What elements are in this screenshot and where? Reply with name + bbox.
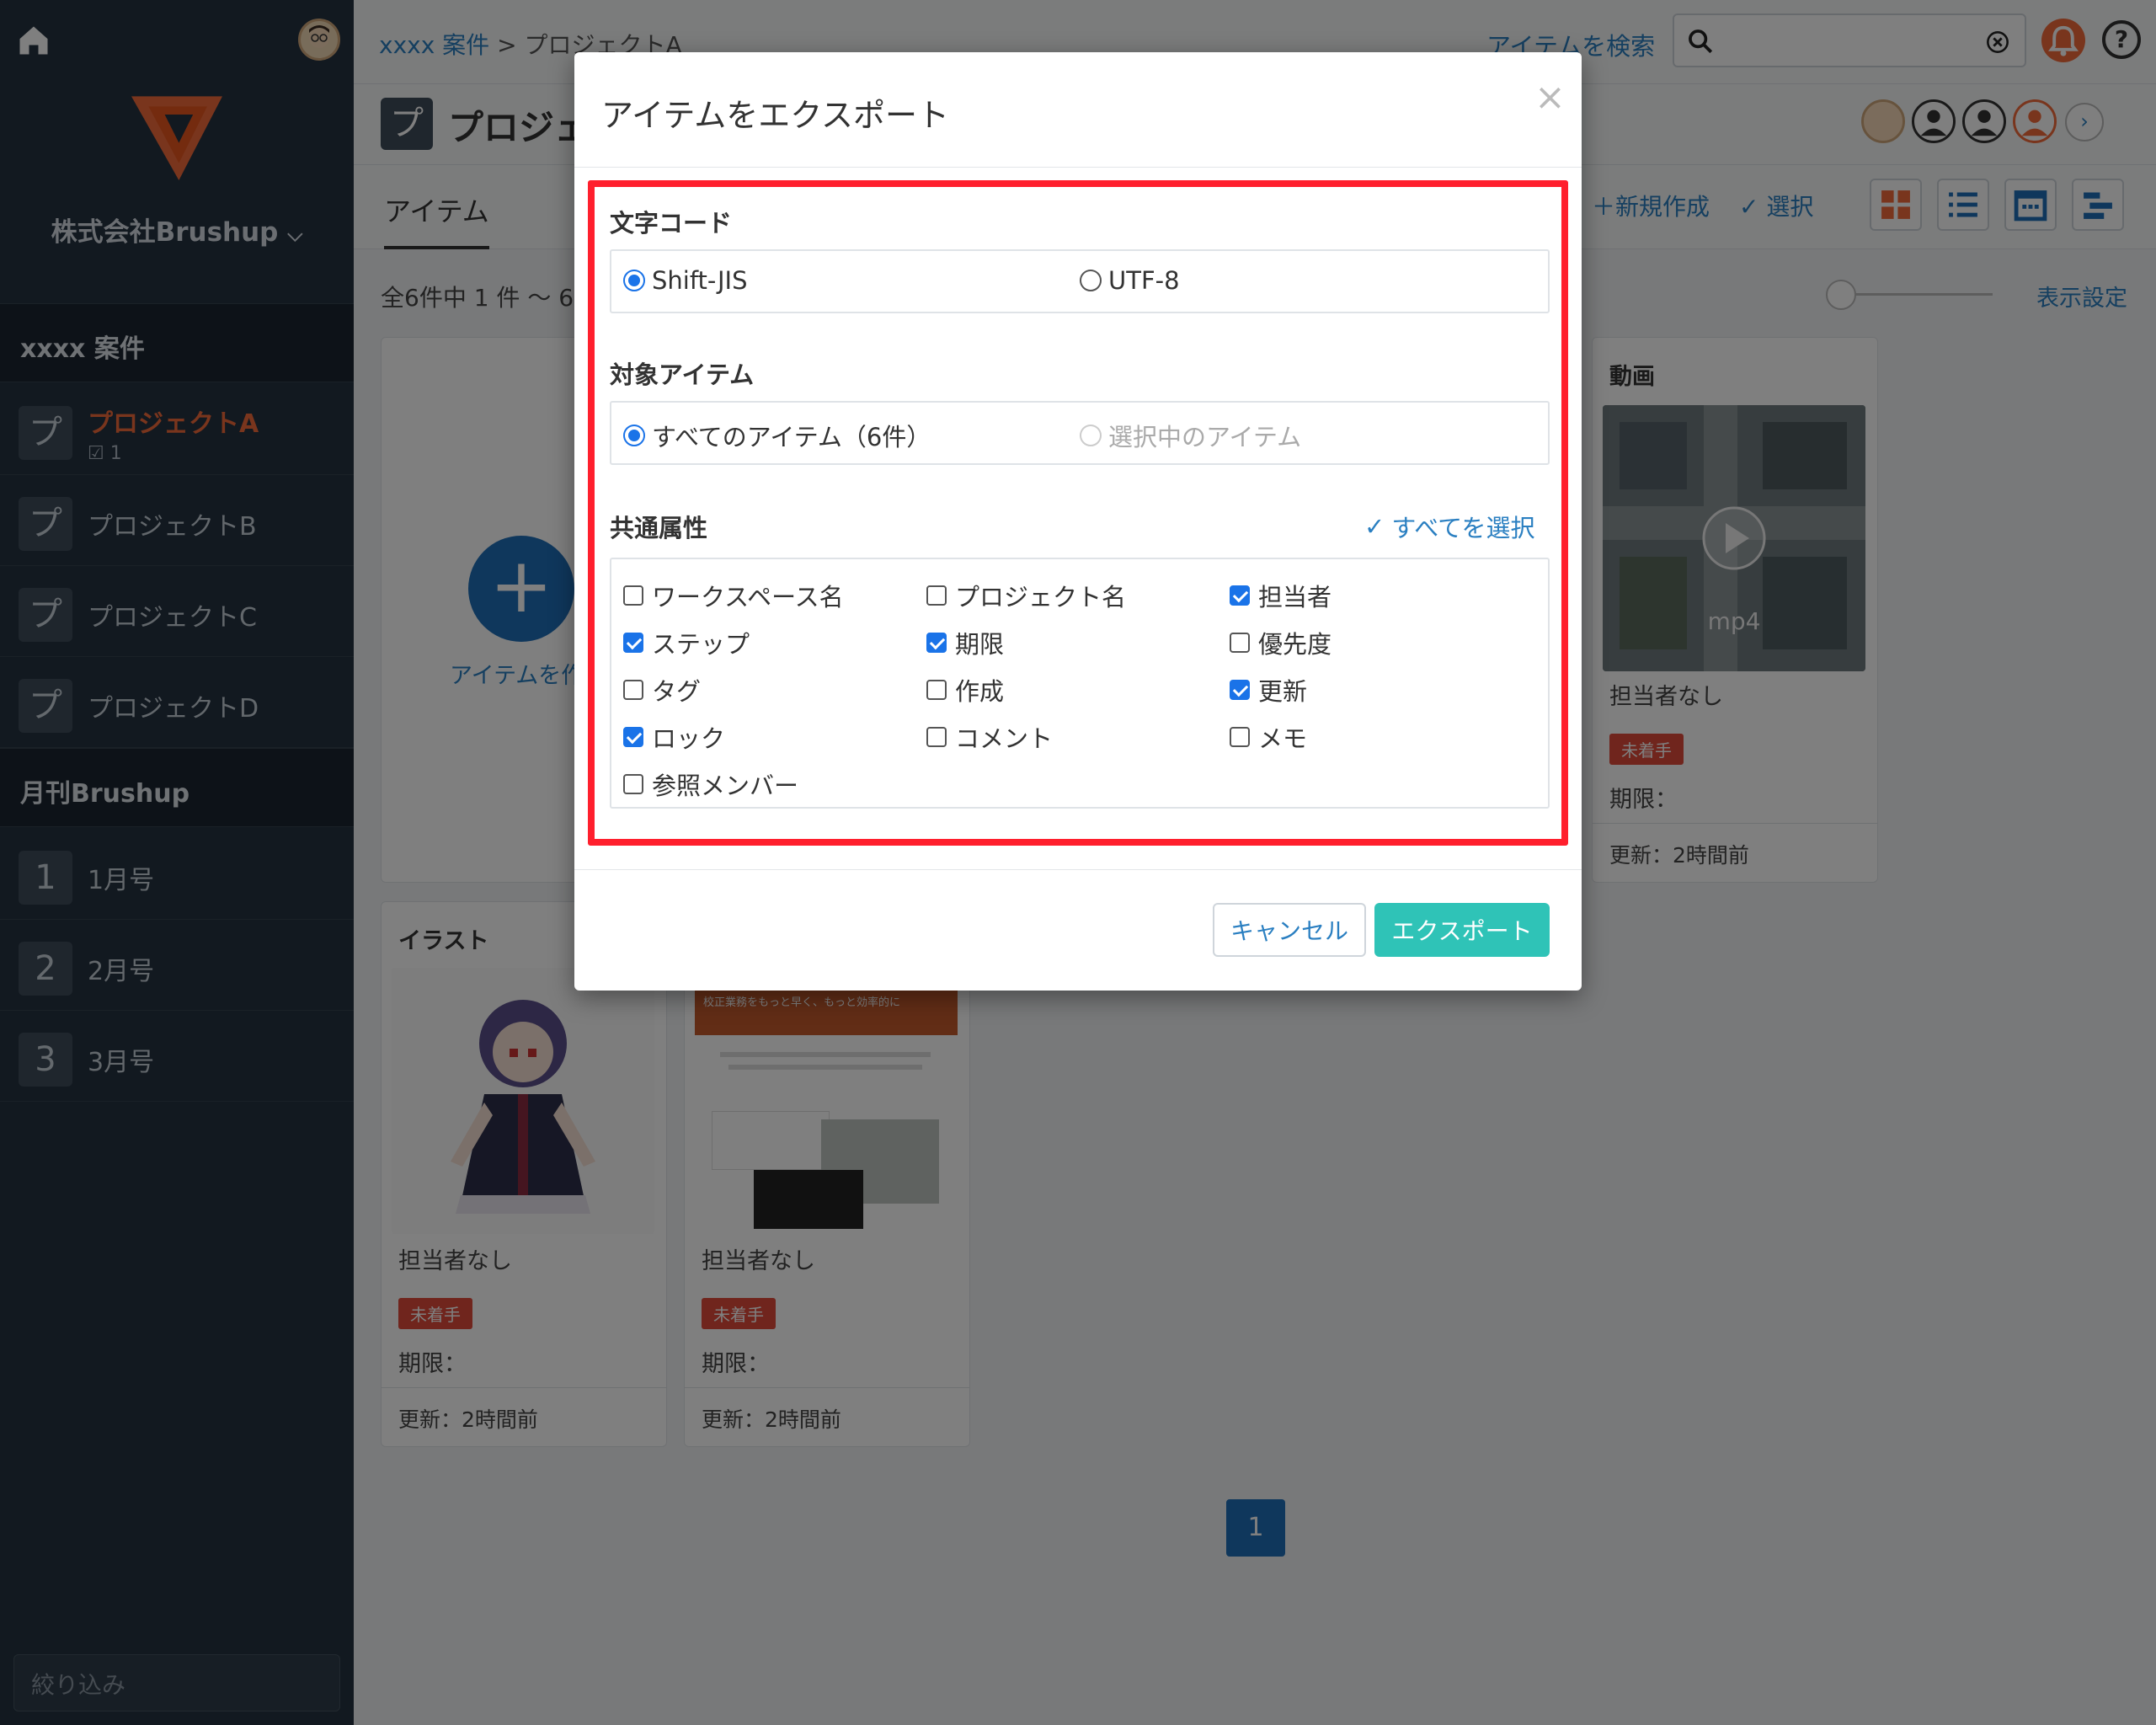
attr-due-checkbox[interactable]: 期限 xyxy=(926,625,1004,660)
attr-project-checkbox[interactable]: プロジェクト名 xyxy=(926,578,1126,613)
checkbox-label: 参照メンバー xyxy=(652,772,799,800)
attr-step-checkbox[interactable]: ステップ xyxy=(623,625,750,660)
attr-updated-checkbox[interactable]: 更新 xyxy=(1230,672,1307,708)
target-selected-radio: 選択中のアイテム xyxy=(1080,418,1301,453)
radio-label: 選択中のアイテム xyxy=(1108,423,1302,451)
export-button[interactable]: エクスポート xyxy=(1374,903,1550,957)
radio-icon xyxy=(1080,270,1102,291)
modal-title: アイテムをエクスポート xyxy=(601,97,950,134)
attr-lock-checkbox[interactable]: ロック xyxy=(623,719,725,755)
charset-label: 文字コード xyxy=(610,209,733,238)
checkbox-checked-icon xyxy=(623,727,643,747)
check-icon: ✓ xyxy=(1364,512,1385,541)
cancel-button[interactable]: キャンセル xyxy=(1213,903,1366,957)
radio-icon xyxy=(1080,425,1102,446)
divider xyxy=(574,167,1582,168)
charset-options: Shift-JIS UTF-8 xyxy=(610,249,1550,313)
checkbox-checked-icon xyxy=(926,633,947,653)
checkbox-label: プロジェクト名 xyxy=(955,583,1127,611)
attr-tag-checkbox[interactable]: タグ xyxy=(623,672,701,708)
attr-priority-checkbox[interactable]: 優先度 xyxy=(1230,625,1331,660)
checkbox-label: コメント xyxy=(955,724,1054,753)
attr-workspace-checkbox[interactable]: ワークスペース名 xyxy=(623,578,844,613)
select-all-button[interactable]: ✓ すべてを選択 xyxy=(1364,509,1535,544)
checkbox-checked-icon xyxy=(623,633,643,653)
checkbox-icon xyxy=(623,585,643,606)
checkbox-icon xyxy=(926,727,947,747)
checkbox-label: 期限 xyxy=(955,630,1005,659)
attribute-checkboxes: ワークスペース名 プロジェクト名 担当者 ステップ 期限 優先度 タグ 作成 更… xyxy=(610,558,1550,809)
checkbox-checked-icon xyxy=(1230,680,1250,700)
attr-created-checkbox[interactable]: 作成 xyxy=(926,672,1004,708)
checkbox-label: 作成 xyxy=(955,677,1005,706)
charset-utf8-radio[interactable]: UTF-8 xyxy=(1080,266,1180,295)
checkbox-label: 担当者 xyxy=(1258,583,1332,611)
checkbox-icon xyxy=(623,774,643,794)
checkbox-icon xyxy=(1230,727,1250,747)
divider xyxy=(574,869,1582,870)
radio-label: Shift-JIS xyxy=(652,266,748,295)
checkbox-label: タグ xyxy=(652,677,702,706)
checkbox-icon xyxy=(926,585,947,606)
radio-selected-icon xyxy=(623,270,645,291)
radio-label: UTF-8 xyxy=(1108,266,1180,295)
target-label: 対象アイテム xyxy=(610,360,755,389)
attr-assignee-checkbox[interactable]: 担当者 xyxy=(1230,578,1331,613)
select-all-label: すべてを選択 xyxy=(1391,514,1535,542)
radio-selected-icon xyxy=(623,425,645,446)
attr-comment-checkbox[interactable]: コメント xyxy=(926,719,1053,755)
charset-shift-jis-radio[interactable]: Shift-JIS xyxy=(623,266,748,295)
target-options: すべてのアイテム（6件） 選択中のアイテム xyxy=(610,401,1550,465)
checkbox-label: ロック xyxy=(652,724,726,753)
checkbox-label: 更新 xyxy=(1258,677,1308,706)
attr-memo-checkbox[interactable]: メモ xyxy=(1230,719,1307,755)
close-icon[interactable]: × xyxy=(1534,76,1566,119)
checkbox-icon xyxy=(623,680,643,700)
checkbox-label: 優先度 xyxy=(1258,630,1332,659)
checkbox-label: ステップ xyxy=(652,630,750,659)
checkbox-label: メモ xyxy=(1258,724,1308,753)
attributes-label: 共通属性 xyxy=(610,514,708,542)
export-modal: アイテムをエクスポート × 文字コード Shift-JIS UTF-8 対象アイ… xyxy=(574,52,1582,991)
attr-members-checkbox[interactable]: 参照メンバー xyxy=(623,766,798,802)
checkbox-icon xyxy=(1230,633,1250,653)
target-all-radio[interactable]: すべてのアイテム（6件） xyxy=(623,418,931,453)
checkbox-label: ワークスペース名 xyxy=(652,583,844,611)
radio-label: すべてのアイテム（6件） xyxy=(652,423,931,451)
checkbox-icon xyxy=(926,680,947,700)
checkbox-checked-icon xyxy=(1230,585,1250,606)
